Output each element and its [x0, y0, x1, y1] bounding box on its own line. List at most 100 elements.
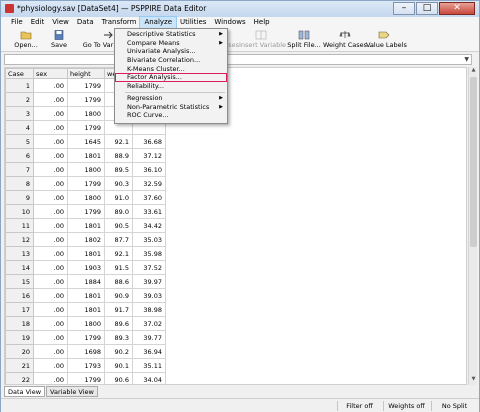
- table-cell[interactable]: 1800: [67, 316, 105, 331]
- row-header[interactable]: 8: [5, 176, 34, 191]
- table-cell[interactable]: 1801: [67, 288, 105, 303]
- table-cell[interactable]: .00: [33, 204, 68, 219]
- table-row[interactable]: 12.00 1802 87.7 35.03: [5, 232, 166, 247]
- table-cell[interactable]: 91.0: [104, 190, 133, 205]
- table-cell[interactable]: 89.5: [104, 162, 133, 177]
- table-cell[interactable]: 90.5: [104, 218, 133, 233]
- table-cell[interactable]: 1645: [67, 134, 105, 149]
- table-cell[interactable]: .00: [33, 232, 68, 247]
- menu-analyze[interactable]: Analyze: [139, 16, 178, 29]
- column-header-case[interactable]: Case: [5, 68, 34, 79]
- table-cell[interactable]: 36.10: [132, 162, 166, 177]
- table-cell[interactable]: 1799: [67, 78, 105, 93]
- table-cell[interactable]: .00: [33, 162, 68, 177]
- table-cell[interactable]: 1800: [67, 162, 105, 177]
- menu-view[interactable]: View: [48, 17, 73, 28]
- table-cell[interactable]: 88.6: [104, 274, 133, 289]
- table-cell[interactable]: .00: [33, 330, 68, 345]
- table-cell[interactable]: 38.98: [132, 302, 166, 317]
- table-cell[interactable]: .00: [33, 134, 68, 149]
- table-cell[interactable]: 1800: [67, 106, 105, 121]
- open-button[interactable]: Open...: [9, 28, 43, 52]
- table-cell[interactable]: .00: [33, 78, 68, 93]
- table-cell[interactable]: 34.04: [132, 372, 166, 384]
- table-cell[interactable]: 90.1: [104, 358, 133, 373]
- menu-data[interactable]: Data: [73, 17, 98, 28]
- table-cell[interactable]: 89.6: [104, 316, 133, 331]
- table-cell[interactable]: 91.5: [104, 260, 133, 275]
- vertical-scrollbar[interactable]: ▲ ▼: [468, 67, 477, 385]
- menu-item-descriptive-statistics[interactable]: Descriptive Statistics ▶: [115, 30, 227, 39]
- menu-transform[interactable]: Transform: [98, 17, 141, 28]
- row-header[interactable]: 13: [5, 246, 34, 261]
- table-cell[interactable]: 1903: [67, 260, 105, 275]
- row-header[interactable]: 7: [5, 162, 34, 177]
- menu-item-factor-analysis[interactable]: Factor Analysis...: [115, 73, 227, 83]
- tab-variable-view[interactable]: Variable View: [46, 386, 98, 397]
- table-cell[interactable]: .00: [33, 316, 68, 331]
- tab-data-view[interactable]: Data View: [4, 386, 46, 397]
- table-row[interactable]: 7.00 1800 89.5 36.10: [5, 162, 166, 177]
- table-cell[interactable]: 39.97: [132, 274, 166, 289]
- table-cell[interactable]: 37.52: [132, 260, 166, 275]
- table-row[interactable]: 9.00 1800 91.0 37.60: [5, 190, 166, 205]
- menu-item-compare-means[interactable]: Compare Means ▶: [115, 39, 227, 48]
- table-cell[interactable]: .00: [33, 106, 68, 121]
- table-cell[interactable]: 1799: [67, 372, 105, 384]
- table-cell[interactable]: .00: [33, 288, 68, 303]
- weight-cases-button[interactable]: Weight Cases...: [323, 28, 373, 52]
- table-cell[interactable]: 90.2: [104, 344, 133, 359]
- row-header[interactable]: 5: [5, 134, 34, 149]
- table-cell[interactable]: 37.60: [132, 190, 166, 205]
- menu-item-k-means-cluster[interactable]: K-Means Cluster...: [115, 65, 227, 74]
- scrollbar-thumb[interactable]: [470, 77, 477, 247]
- row-header[interactable]: 2: [5, 92, 34, 107]
- row-header[interactable]: 10: [5, 204, 34, 219]
- table-cell[interactable]: 35.98: [132, 246, 166, 261]
- row-header[interactable]: 18: [5, 316, 34, 331]
- split-file-button[interactable]: Split File...: [287, 28, 321, 52]
- row-header[interactable]: 17: [5, 302, 34, 317]
- table-row[interactable]: 10.00 1799 89.0 33.61: [5, 204, 166, 219]
- table-row[interactable]: 16.00 1801 90.9 39.03: [5, 288, 166, 303]
- table-cell[interactable]: 87.7: [104, 232, 133, 247]
- table-cell[interactable]: 37.02: [132, 316, 166, 331]
- table-cell[interactable]: 1799: [67, 176, 105, 191]
- table-row[interactable]: 14.00 1903 91.5 37.52: [5, 260, 166, 275]
- table-cell[interactable]: .00: [33, 218, 68, 233]
- table-cell[interactable]: .00: [33, 260, 68, 275]
- menu-utilities[interactable]: Utilities: [176, 17, 210, 28]
- table-row[interactable]: 20.00 1698 90.2 36.94: [5, 344, 166, 359]
- table-cell[interactable]: 39.03: [132, 288, 166, 303]
- table-cell[interactable]: 1799: [67, 120, 105, 135]
- table-cell[interactable]: 34.42: [132, 218, 166, 233]
- scroll-down-icon[interactable]: ▼: [469, 376, 478, 385]
- menu-item-non-parametric-statistics[interactable]: Non-Parametric Statistics ▶: [115, 103, 227, 112]
- table-cell[interactable]: 1793: [67, 358, 105, 373]
- close-button[interactable]: ✕: [439, 2, 475, 15]
- table-cell[interactable]: 1800: [67, 190, 105, 205]
- menu-item-regression[interactable]: Regression ▶: [115, 94, 227, 103]
- row-header[interactable]: 4: [5, 120, 34, 135]
- table-row[interactable]: 19.00 1799 89.3 39.77: [5, 330, 166, 345]
- table-cell[interactable]: 91.7: [104, 302, 133, 317]
- table-cell[interactable]: 1801: [67, 302, 105, 317]
- row-header[interactable]: 14: [5, 260, 34, 275]
- row-header[interactable]: 20: [5, 344, 34, 359]
- table-cell[interactable]: 89.3: [104, 330, 133, 345]
- table-cell[interactable]: .00: [33, 120, 68, 135]
- menu-item-roc-curve[interactable]: ROC Curve...: [115, 111, 227, 120]
- table-cell[interactable]: 37.12: [132, 148, 166, 163]
- table-cell[interactable]: .00: [33, 372, 68, 384]
- table-cell[interactable]: .00: [33, 274, 68, 289]
- table-cell[interactable]: 35.03: [132, 232, 166, 247]
- save-button[interactable]: Save: [45, 28, 73, 52]
- maximize-button[interactable]: □: [416, 2, 438, 15]
- table-cell[interactable]: .00: [33, 190, 68, 205]
- table-cell[interactable]: 1801: [67, 246, 105, 261]
- minimize-button[interactable]: –: [393, 2, 415, 15]
- table-cell[interactable]: 90.9: [104, 288, 133, 303]
- table-cell[interactable]: 1802: [67, 232, 105, 247]
- table-row[interactable]: 11.00 1801 90.5 34.42: [5, 218, 166, 233]
- row-header[interactable]: 16: [5, 288, 34, 303]
